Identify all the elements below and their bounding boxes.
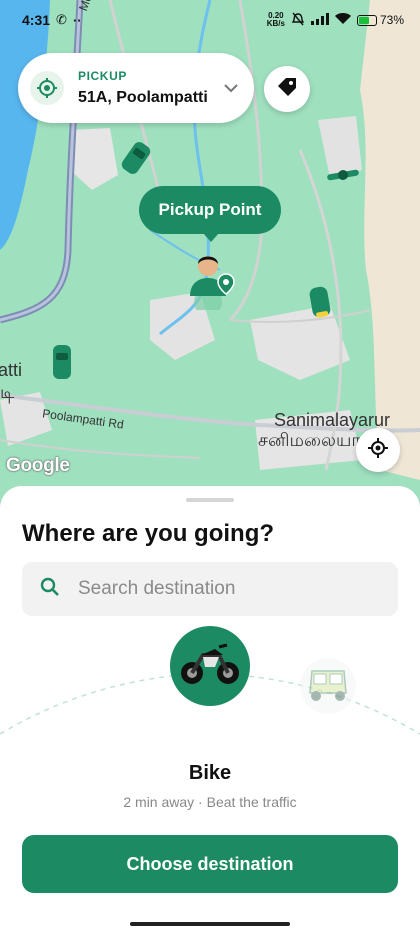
car-marker bbox=[53, 345, 71, 379]
pickup-text: PICKUP 51A, Poolampatti bbox=[78, 69, 222, 107]
pickup-location-card[interactable]: PICKUP 51A, Poolampatti bbox=[18, 53, 254, 123]
battery-percent: 73% bbox=[379, 13, 404, 27]
choose-destination-button[interactable]: Choose destination bbox=[22, 835, 398, 893]
more-icon: ·· bbox=[72, 12, 82, 28]
signal-icon bbox=[310, 12, 329, 28]
mute-icon bbox=[291, 12, 305, 29]
pickup-point-bubble[interactable]: Pickup Point bbox=[139, 186, 281, 242]
bottom-sheet: Where are you going? Search destination … bbox=[0, 486, 420, 933]
call-icon: ✆ bbox=[56, 12, 67, 27]
net-speed: 0.20 KB/s bbox=[266, 11, 285, 28]
chevron-down-icon[interactable] bbox=[222, 79, 240, 97]
my-location-icon bbox=[367, 437, 389, 464]
status-time: 4:31 bbox=[22, 12, 51, 28]
my-location-button[interactable] bbox=[356, 428, 400, 472]
pickup-label: PICKUP bbox=[78, 69, 127, 83]
location-pin-icon bbox=[30, 71, 64, 105]
tag-icon bbox=[276, 76, 298, 103]
destination-search-box[interactable] bbox=[22, 562, 398, 616]
gesture-nav-bar[interactable] bbox=[130, 922, 290, 926]
search-icon bbox=[40, 577, 60, 602]
map-partial-label: atti bbox=[0, 360, 23, 380]
vehicle-option-auto[interactable] bbox=[300, 658, 356, 714]
destination-search-input[interactable] bbox=[76, 577, 370, 601]
sheet-drag-handle[interactable] bbox=[186, 498, 234, 502]
google-logo: Google bbox=[6, 455, 70, 476]
wifi-icon bbox=[334, 12, 351, 28]
selected-vehicle-name: Bike bbox=[188, 762, 232, 784]
bike-icon bbox=[179, 641, 241, 692]
map-view[interactable]: Mettur Poolampatti Rd Sanimalayarur சனிம… bbox=[0, 0, 420, 520]
user-location-marker bbox=[186, 248, 240, 316]
offers-button[interactable] bbox=[264, 66, 310, 112]
pickup-address: 51A, Poolampatti bbox=[78, 89, 208, 106]
selected-vehicle-subtitle: 2 min away · Beat the traffic bbox=[123, 794, 297, 810]
auto-rickshaw-icon bbox=[306, 665, 350, 708]
map-town-label-tamil: சனிமலையார் bbox=[258, 430, 371, 450]
sheet-title: Where are you going? bbox=[22, 520, 275, 547]
map-partial-label-tamil: டி bbox=[0, 382, 15, 402]
battery-icon: 73% bbox=[356, 13, 404, 27]
vehicle-option-bike[interactable] bbox=[170, 626, 250, 706]
status-bar: 4:31 ✆ ·· 0.20 KB/s 73% bbox=[0, 0, 420, 40]
